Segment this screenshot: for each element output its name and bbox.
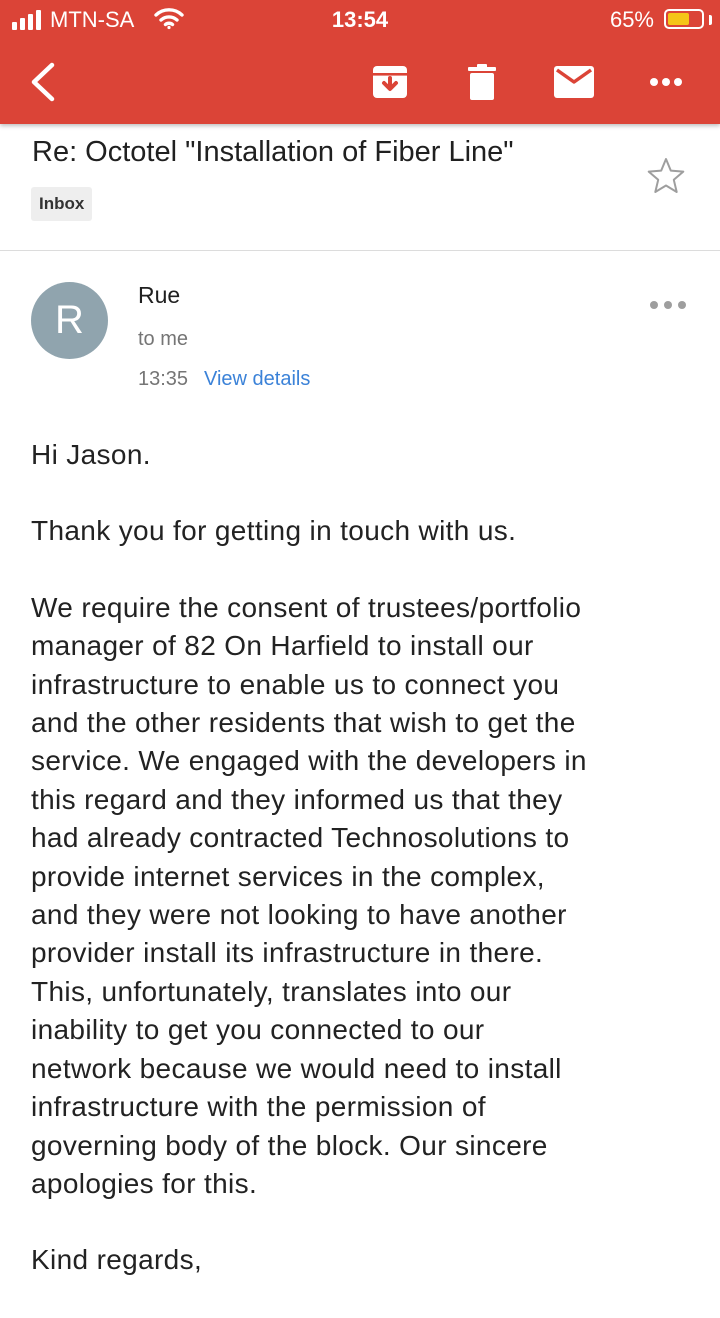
- mark-unread-button[interactable]: [550, 40, 598, 124]
- status-bar: MTN-SA 13:54 65%: [0, 0, 720, 40]
- trash-icon: [468, 64, 496, 100]
- email-subject: Re: Octotel "Installation of Fiber Line": [32, 136, 514, 168]
- back-arrow-icon: [31, 62, 55, 102]
- sent-time: 13:35: [138, 368, 189, 390]
- more-horizontal-icon: [650, 78, 682, 86]
- body-paragraph: We require the consent of trustees/portf…: [31, 591, 587, 1199]
- email-body: Hi Jason. Thank you for getting in touch…: [31, 436, 691, 1318]
- archive-icon: [373, 66, 407, 98]
- view-details-link[interactable]: View details: [204, 368, 310, 391]
- avatar[interactable]: R: [31, 282, 108, 359]
- app-header: MTN-SA 13:54 65%: [0, 0, 720, 124]
- battery-icon: [664, 9, 704, 29]
- body-paragraph: Thank you for getting in touch with us.: [31, 515, 517, 547]
- toolbar: [0, 40, 720, 124]
- battery-tip: [709, 15, 712, 25]
- delete-button[interactable]: [456, 40, 508, 124]
- message-more-icon[interactable]: [648, 295, 688, 315]
- battery-percent: 65%: [609, 7, 654, 32]
- more-options-button[interactable]: [646, 40, 686, 124]
- body-paragraph: Kind regards,: [31, 1244, 203, 1276]
- star-icon[interactable]: [646, 156, 686, 196]
- mail-icon: [554, 66, 594, 98]
- label-chip-inbox[interactable]: Inbox: [31, 187, 93, 221]
- body-paragraph: Hi Jason.: [31, 439, 151, 470]
- back-button[interactable]: [18, 40, 68, 124]
- recipient-text: to me: [138, 328, 189, 350]
- header-divider: [0, 250, 720, 251]
- archive-button[interactable]: [364, 40, 416, 124]
- sender-name: Rue: [138, 282, 181, 308]
